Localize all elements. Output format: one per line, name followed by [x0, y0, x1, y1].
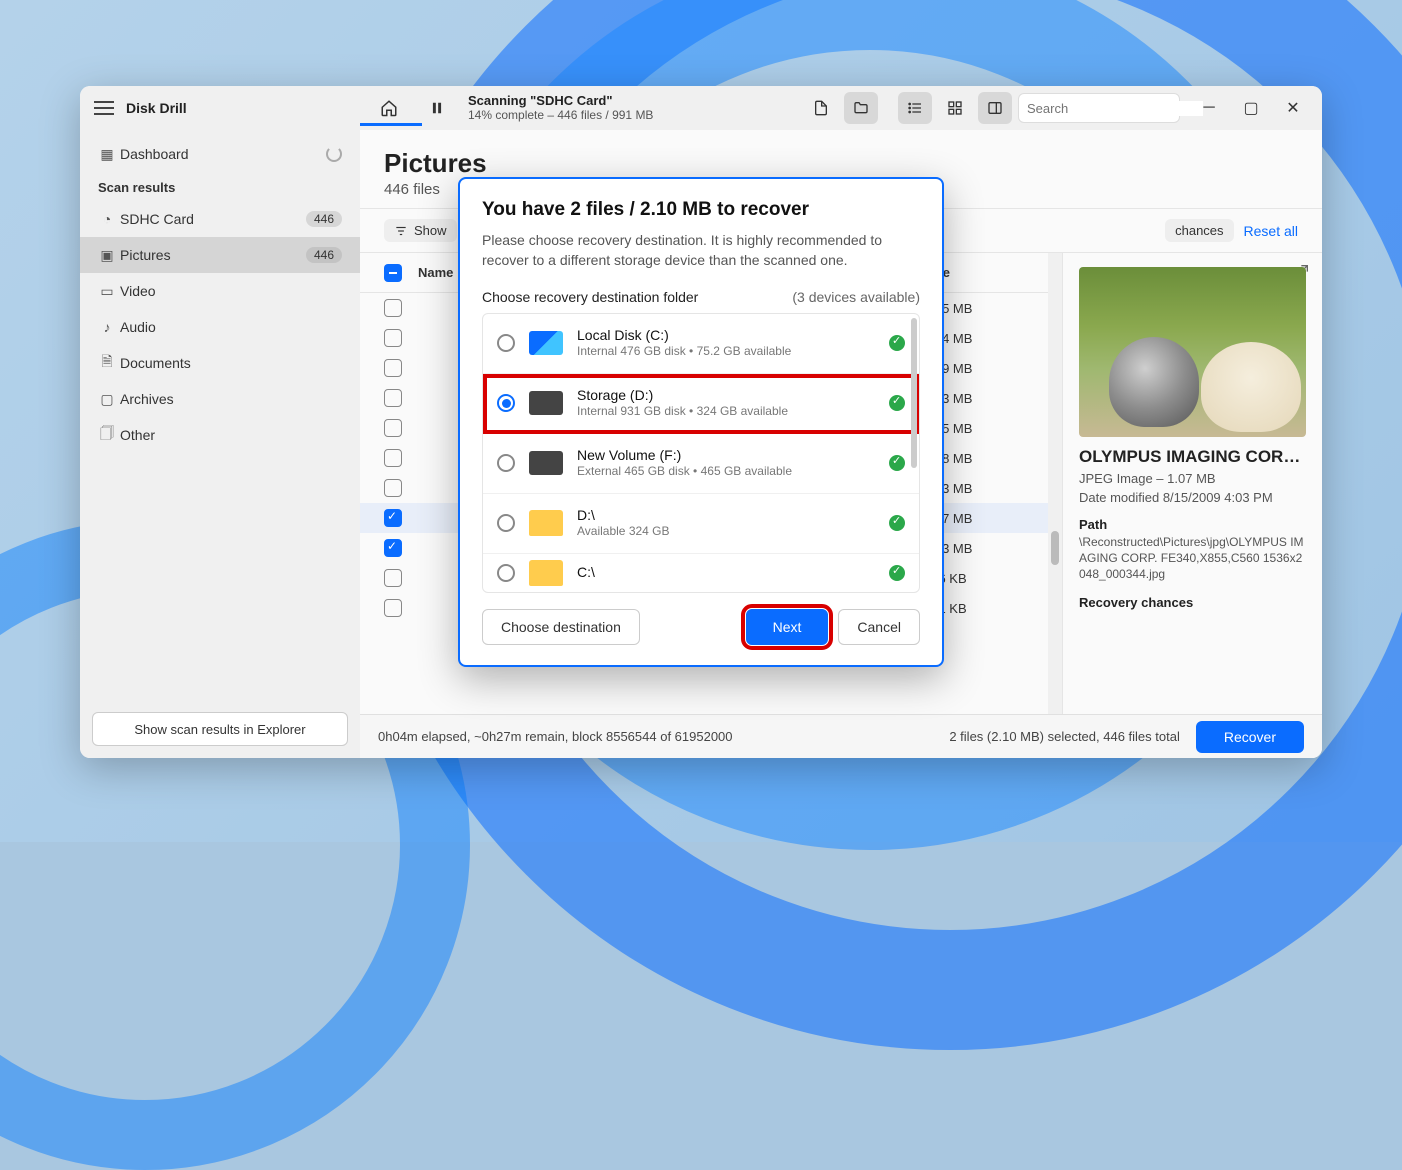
destination-detail: External 465 GB disk • 465 GB available — [577, 464, 875, 479]
destination-detail: Internal 476 GB disk • 75.2 GB available — [577, 344, 875, 359]
destination-detail: Internal 931 GB disk • 324 GB available — [577, 404, 875, 419]
modal-scrollbar[interactable] — [911, 318, 917, 468]
modal-device-count: (3 devices available) — [792, 289, 920, 305]
recovery-destination-modal: You have 2 files / 2.10 MB to recover Pl… — [458, 177, 944, 666]
radio-button[interactable] — [497, 334, 515, 352]
destination-option[interactable]: Local Disk (C:)Internal 476 GB disk • 75… — [483, 314, 919, 374]
modal-title: You have 2 files / 2.10 MB to recover — [482, 199, 920, 221]
status-ok-icon — [889, 455, 905, 471]
drive-icon — [529, 391, 563, 415]
drive-icon — [529, 331, 563, 355]
status-ok-icon — [889, 565, 905, 581]
destination-name: New Volume (F:) — [577, 447, 875, 465]
radio-button[interactable] — [497, 564, 515, 582]
modal-description: Please choose recovery destination. It i… — [482, 231, 920, 270]
status-ok-icon — [889, 395, 905, 411]
next-button[interactable]: Next — [746, 609, 829, 645]
destination-option[interactable]: Storage (D:)Internal 931 GB disk • 324 G… — [483, 374, 919, 434]
status-ok-icon — [889, 335, 905, 351]
radio-button[interactable] — [497, 394, 515, 412]
modal-choose-label: Choose recovery destination folder — [482, 289, 698, 305]
destination-name: C:\ — [577, 564, 875, 582]
choose-destination-button[interactable]: Choose destination — [482, 609, 640, 645]
status-ok-icon — [889, 515, 905, 531]
destination-option[interactable]: New Volume (F:)External 465 GB disk • 46… — [483, 434, 919, 494]
drive-icon — [529, 560, 563, 586]
destination-name: D:\ — [577, 507, 875, 525]
modal-backdrop: You have 2 files / 2.10 MB to recover Pl… — [80, 86, 1322, 758]
app-window: Disk Drill Scanning "SDHC Card" 14% comp… — [80, 86, 1322, 758]
cancel-button[interactable]: Cancel — [838, 609, 920, 645]
drive-icon — [529, 451, 563, 475]
drive-icon — [529, 510, 563, 536]
destination-name: Storage (D:) — [577, 387, 875, 405]
destination-detail: Available 324 GB — [577, 524, 875, 539]
destination-option[interactable]: C:\ — [483, 554, 919, 593]
radio-button[interactable] — [497, 454, 515, 472]
destination-name: Local Disk (C:) — [577, 327, 875, 345]
destination-option[interactable]: D:\Available 324 GB — [483, 494, 919, 554]
radio-button[interactable] — [497, 514, 515, 532]
